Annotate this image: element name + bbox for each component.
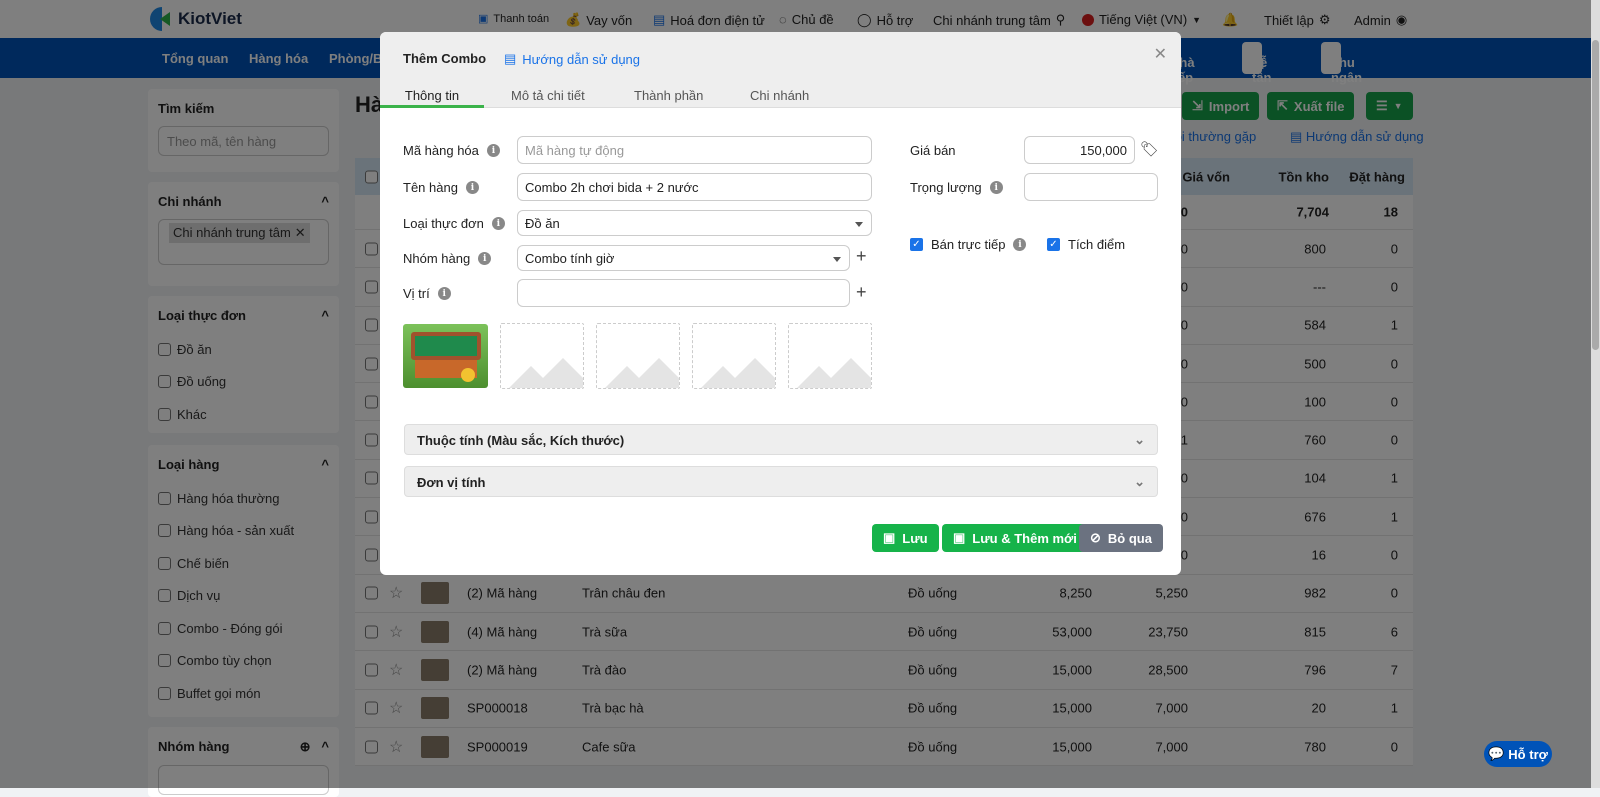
units-title: Đơn vị tính — [417, 475, 486, 490]
image-placeholder[interactable] — [788, 323, 872, 389]
group-label: Nhóm hàng i — [403, 251, 492, 266]
ball-icon — [461, 368, 475, 382]
checkbox-checked[interactable]: ✓ — [1047, 238, 1060, 251]
chat-bubble-icon: 💬 — [1488, 746, 1505, 761]
chevron-down-icon: ⌄ — [1134, 474, 1145, 489]
floppy-disk-icon: ▣ — [953, 530, 966, 545]
attributes-section[interactable]: Thuộc tính (Màu sắc, Kích thước) ⌄ — [404, 424, 1158, 455]
image-placeholder[interactable] — [692, 323, 776, 389]
units-section[interactable]: Đơn vị tính ⌄ — [404, 466, 1158, 497]
add-combo-dialog: Thêm Combo ▤ Hướng dẫn sử dụng ✕ Thông ti… — [380, 32, 1181, 575]
add-location-icon[interactable]: + — [856, 282, 867, 303]
info-icon[interactable]: i — [1013, 238, 1027, 251]
caret-down-icon — [855, 222, 863, 227]
points-option[interactable]: ✓ Tích điểm — [1047, 237, 1125, 252]
dialog-header: Thêm Combo ▤ Hướng dẫn sử dụng ✕ Thông ti… — [380, 32, 1181, 108]
billiard-table-icon — [411, 332, 481, 360]
name-input[interactable]: Combo 2h chơi bida + 2 nước — [517, 173, 872, 201]
tab-branches[interactable]: Chi nhánh — [750, 88, 809, 108]
info-icon[interactable]: i — [486, 144, 500, 157]
code-input[interactable]: Mã hàng tự động — [517, 136, 872, 164]
mountain-icon — [725, 358, 775, 388]
dialog-guide-label: Hướng dẫn sử dụng — [522, 51, 641, 67]
code-label-text: Mã hàng hóa — [403, 143, 479, 158]
price-label: Giá bán — [910, 143, 956, 158]
save-and-new-button[interactable]: ▣ Lưu & Thêm mới — [942, 524, 1088, 552]
chevron-down-icon: ⌄ — [1134, 432, 1145, 447]
tab-description[interactable]: Mô tả chi tiết — [511, 88, 585, 108]
save-and-new-label: Lưu & Thêm mới — [972, 530, 1077, 546]
save-button[interactable]: ▣ Lưu — [872, 524, 939, 552]
points-label: Tích điểm — [1068, 237, 1126, 252]
direct-sale-label: Bán trực tiếp — [931, 237, 1006, 252]
image-placeholder[interactable] — [500, 323, 584, 389]
support-chat-label: Hỗ trợ — [1508, 746, 1548, 762]
group-label-text: Nhóm hàng — [403, 251, 471, 266]
add-group-icon[interactable]: + — [856, 246, 867, 267]
code-label: Mã hàng hóa i — [403, 143, 500, 158]
mountain-icon — [533, 358, 583, 388]
mountain-icon — [629, 358, 679, 388]
info-icon[interactable]: i — [989, 181, 1003, 194]
location-label-text: Vị trí — [403, 286, 430, 301]
tab-info[interactable]: Thông tin — [380, 88, 484, 108]
price-tag-icon[interactable]: 🏷 — [1140, 140, 1159, 158]
ban-icon: ⊘ — [1090, 530, 1101, 545]
dialog-guide-link[interactable]: ▤ Hướng dẫn sử dụng — [504, 51, 640, 67]
tab-components[interactable]: Thành phần — [634, 88, 703, 108]
page-scrollbar[interactable] — [1591, 0, 1600, 788]
scrollbar-thumb[interactable] — [1592, 40, 1599, 350]
caret-down-icon — [833, 257, 841, 262]
group-select[interactable]: Combo tính giờ — [517, 245, 850, 271]
mountain-icon — [821, 358, 871, 388]
weight-label: Trọng lượng i — [910, 180, 1003, 195]
dialog-title: Thêm Combo — [403, 51, 487, 66]
location-label: Vị trí i — [403, 286, 451, 301]
location-input[interactable] — [517, 279, 850, 307]
menu-type-label-text: Loại thực đơn — [403, 216, 484, 231]
save-label: Lưu — [902, 530, 928, 546]
support-chat-button[interactable]: 💬 Hỗ trợ — [1484, 741, 1552, 767]
info-icon[interactable]: i — [437, 287, 451, 300]
close-icon[interactable]: ✕ — [1154, 44, 1167, 64]
menu-type-select[interactable]: Đồ ăn — [517, 210, 872, 236]
info-icon[interactable]: i — [465, 181, 479, 194]
info-icon[interactable]: i — [478, 252, 492, 265]
menu-type-label: Loại thực đơn i — [403, 216, 505, 231]
skip-label: Bỏ qua — [1107, 530, 1152, 546]
price-input[interactable]: 150,000 — [1024, 136, 1135, 164]
skip-button[interactable]: ⊘ Bỏ qua — [1079, 524, 1163, 552]
direct-sale-option[interactable]: ✓ Bán trực tiếp i — [910, 237, 1027, 252]
weight-input[interactable] — [1024, 173, 1158, 201]
image-placeholder[interactable] — [596, 323, 680, 389]
menu-type-value: Đồ ăn — [525, 216, 560, 231]
info-icon[interactable]: i — [491, 217, 505, 230]
checkbox-checked[interactable]: ✓ — [910, 238, 923, 251]
name-label-text: Tên hàng — [403, 180, 458, 195]
product-image[interactable] — [403, 324, 488, 388]
floppy-disk-icon: ▣ — [883, 530, 896, 545]
book-icon: ▤ — [504, 51, 517, 66]
name-label: Tên hàng i — [403, 180, 479, 195]
weight-label-text: Trọng lượng — [910, 180, 982, 195]
group-value: Combo tính giờ — [525, 251, 615, 266]
attributes-title: Thuộc tính (Màu sắc, Kích thước) — [417, 433, 625, 448]
